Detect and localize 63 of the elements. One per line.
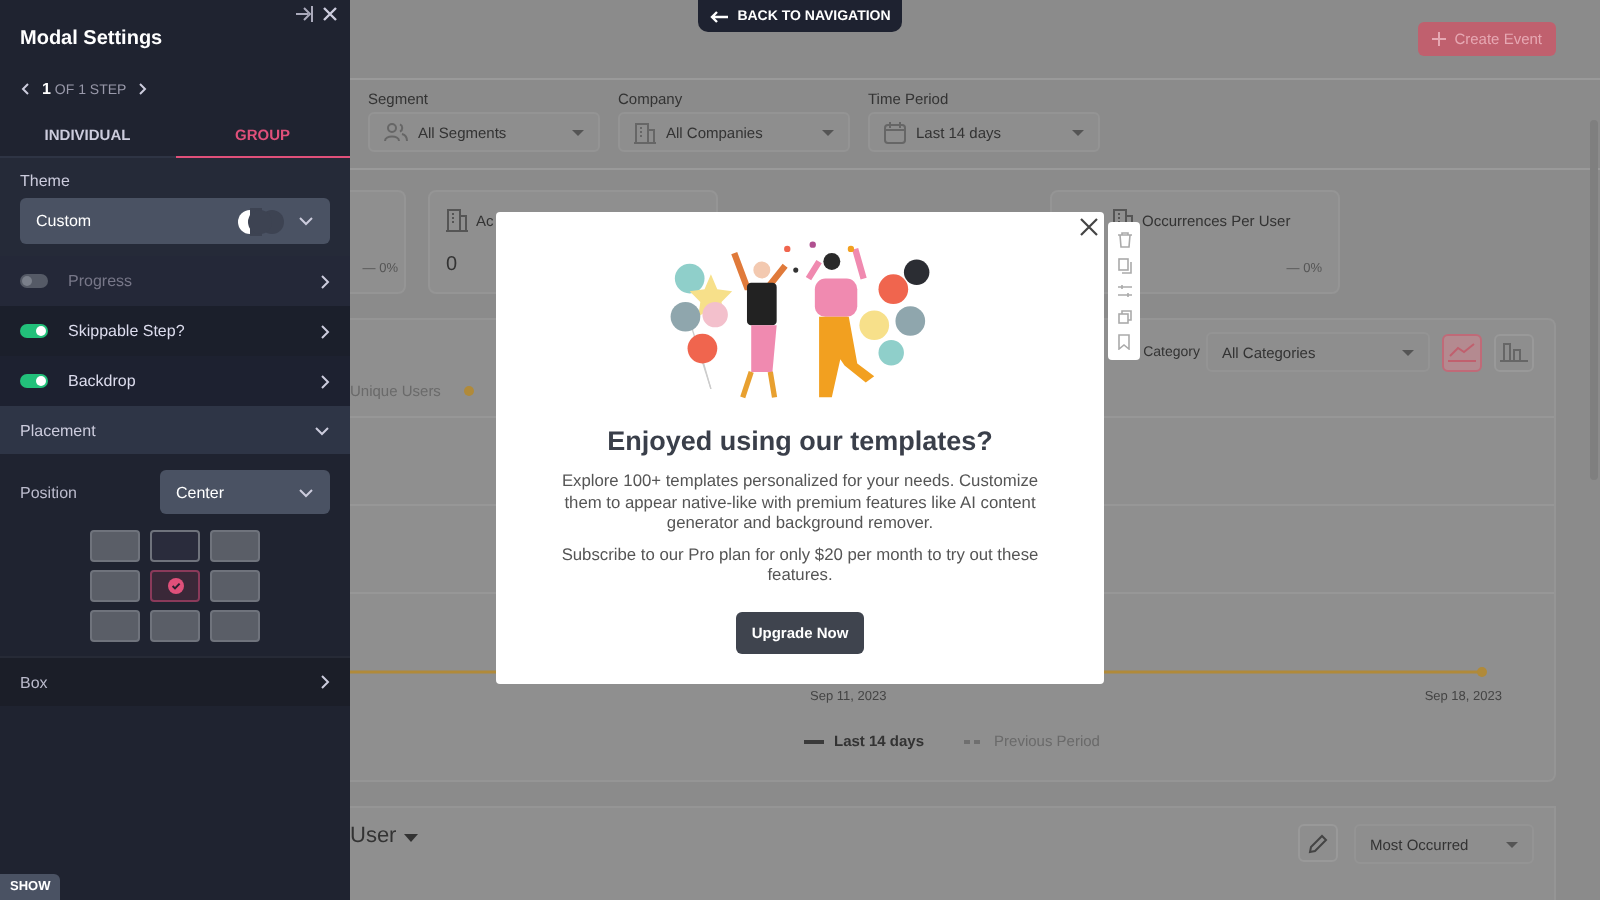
caret-down-icon (1402, 349, 1414, 355)
edit-button[interactable] (1298, 824, 1338, 862)
position-cell[interactable] (210, 530, 260, 562)
settings-row[interactable]: Skippable Step? (0, 306, 350, 356)
caret-down-icon (1506, 841, 1518, 847)
chevron-right-icon (320, 373, 330, 389)
chevron-right-icon (320, 674, 330, 690)
modal-text: Explore 100+ templates personalized for your needs. Customize them to appear native-like with premium features like AI content generator and background remover. (559, 470, 1041, 533)
position-cell[interactable] (90, 610, 140, 642)
close-icon[interactable] (1080, 218, 1098, 236)
position-cell[interactable] (90, 530, 140, 562)
calendar-icon (884, 121, 906, 143)
caret-down-icon (572, 129, 584, 135)
caret-down-icon[interactable] (404, 834, 419, 842)
toggle-switch[interactable] (20, 324, 48, 338)
position-cell[interactable] (150, 610, 200, 642)
bookmark-icon[interactable] (1118, 334, 1130, 351)
bar-chart-icon (1500, 342, 1528, 362)
position-select[interactable]: Center (160, 470, 330, 514)
caret-down-icon (1072, 129, 1084, 135)
line-chart-button[interactable] (1442, 333, 1482, 371)
caret-down-icon (822, 129, 834, 135)
trash-icon[interactable] (1117, 231, 1131, 248)
modal-text: Subscribe to our Pro plan for only $20 per month to try out these features. (559, 543, 1041, 585)
position-cell[interactable] (150, 570, 200, 602)
theme-select[interactable]: Custom (20, 198, 330, 244)
pin-icon[interactable] (296, 6, 314, 22)
chevron-right-icon (320, 273, 330, 289)
sliders-icon[interactable] (1117, 284, 1131, 299)
theme-label: Theme (20, 172, 72, 190)
chevron-down-icon (298, 216, 314, 226)
building-icon (634, 121, 656, 143)
card-value: 0 (446, 254, 458, 276)
modal-heading: Enjoyed using our templates? (607, 426, 993, 456)
copy-icon[interactable] (1117, 258, 1131, 275)
section-title: User (350, 824, 397, 848)
legend-dot-icon (464, 386, 475, 396)
solid-line-icon (804, 739, 824, 743)
chevron-right-icon (320, 323, 330, 339)
plus-icon (1432, 32, 1447, 46)
panel-title: Modal Settings (18, 26, 165, 50)
chevron-left-icon[interactable] (20, 82, 30, 96)
dashed-line-icon (964, 739, 985, 743)
building-icon (446, 208, 468, 232)
section-header[interactable]: Placement (0, 406, 350, 454)
toggle-switch[interactable] (20, 374, 48, 388)
chevron-down-icon (298, 487, 314, 497)
chevron-down-icon (314, 425, 330, 435)
chevron-right-icon[interactable] (138, 82, 149, 96)
theme-swatch-icon (234, 207, 286, 235)
layers-icon[interactable] (1117, 309, 1131, 324)
position-cell[interactable] (210, 610, 260, 642)
people-icon (384, 122, 408, 142)
arrow-left-icon (709, 9, 728, 23)
check-icon (167, 578, 183, 594)
position-cell[interactable] (90, 570, 140, 602)
pencil-icon (1308, 833, 1328, 853)
position-cell[interactable] (150, 530, 200, 562)
settings-row[interactable]: Box (0, 656, 350, 706)
bar-chart-button[interactable] (1494, 333, 1534, 371)
line-chart-icon (1448, 342, 1476, 362)
position-cell[interactable] (210, 570, 260, 602)
position-label: Position (20, 483, 77, 501)
